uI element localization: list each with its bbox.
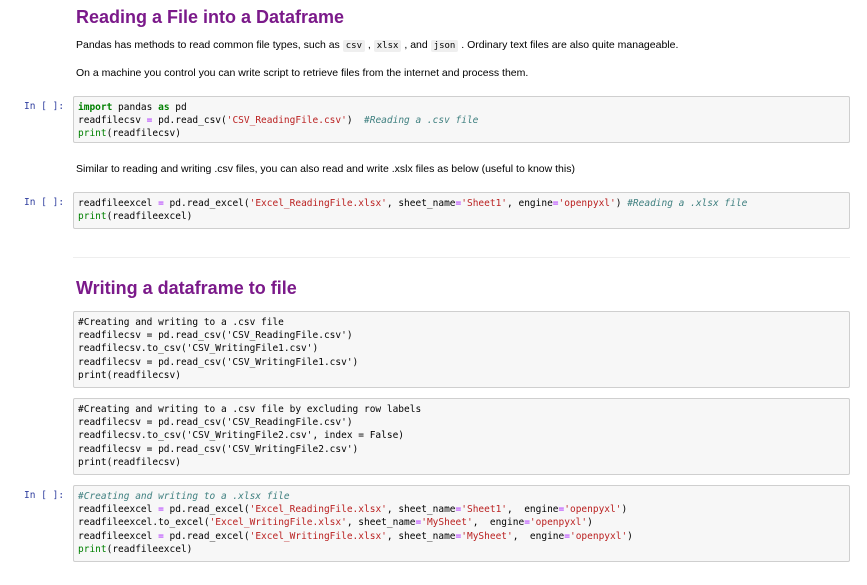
code-token: 'CSV_ReadingFile.csv'	[226, 115, 347, 127]
code-token: readfileexcel	[78, 198, 159, 209]
code-token: , engine	[507, 198, 553, 209]
code-token: #Reading a .xlsx file	[627, 198, 748, 209]
code-line: readfilecsv = pd.read_csv('CSV_ReadingFi…	[78, 114, 845, 127]
input-prompt: In [ ]:	[24, 197, 65, 208]
code-token: 'openpyxl'	[529, 517, 588, 529]
code-token: )	[627, 530, 633, 542]
inline-code-json: json	[430, 40, 459, 52]
input-prompt: In [ ]:	[24, 490, 65, 501]
code-token: 'Excel_ReadingFile.xlsx'	[249, 198, 387, 209]
code-token: pd	[169, 102, 187, 113]
code-token: readfilecsv = pd.read_csv('CSV_WritingFi…	[78, 356, 359, 368]
code-token: print	[78, 211, 107, 223]
code-token: 'MySheet'	[461, 530, 513, 542]
code-line: print(readfilecsv)	[78, 369, 845, 382]
code-token: (readfilecsv)	[106, 128, 181, 140]
code-cell-write-csv-1[interactable]: #Creating and writing to a .csv file read…	[73, 311, 850, 388]
code-line: readfileexcel = pd.read_excel('Excel_Wri…	[78, 530, 845, 543]
code-token: readfileexcel	[78, 504, 159, 516]
section-heading-reading: Reading a File into a Dataframe	[76, 7, 345, 27]
code-token: 'Excel_WritingFile.xlsx'	[249, 530, 387, 542]
code-token: , engine	[512, 530, 565, 542]
code-token: 'Excel_WritingFile.xlsx'	[209, 517, 347, 529]
para-text-before: Pandas has methods to read common file t…	[76, 39, 343, 51]
para-text-mid2: , and	[401, 39, 431, 51]
code-cell-write-csv-2[interactable]: #Creating and writing to a .csv file by …	[73, 398, 850, 475]
markdown-paragraph-machine: On a machine you control you can write s…	[76, 67, 529, 79]
code-token: , engine	[507, 504, 559, 516]
code-line: readfileexcel = pd.read_excel('Excel_Rea…	[78, 503, 845, 516]
code-line: readfileexcel = pd.read_excel('Excel_Rea…	[78, 197, 845, 210]
code-token: , engine	[472, 517, 525, 529]
code-token: )	[346, 115, 365, 127]
markdown-paragraph-xlsx: Similar to reading and writing .csv file…	[76, 163, 575, 175]
code-line: readfilecsv.to_csv('CSV_WritingFile2.csv…	[78, 429, 845, 442]
code-token: 'Sheet1'	[461, 198, 508, 209]
code-line: print(readfileexcel)	[78, 210, 845, 223]
code-token: , sheet_name	[386, 198, 456, 209]
code-token: print(readfilecsv)	[78, 456, 181, 468]
code-token: readfileexcel.to_excel(	[78, 517, 210, 529]
input-prompt: In [ ]:	[24, 101, 65, 112]
code-line: #Creating and writing to a .xlsx file	[78, 490, 845, 503]
code-line: readfileexcel.to_excel('Excel_WritingFil…	[78, 516, 845, 529]
section-divider	[73, 257, 850, 258]
code-token: 'MySheet'	[421, 517, 473, 529]
code-token: pd.read_excel(	[163, 198, 250, 209]
code-line: print(readfileexcel)	[78, 543, 845, 556]
code-token: )	[587, 517, 593, 529]
code-token: pandas	[112, 102, 159, 113]
code-token: 'Excel_ReadingFile.xlsx'	[249, 504, 387, 516]
code-token: print(readfilecsv)	[78, 369, 181, 381]
code-token: #Creating and writing to a .csv file by …	[78, 404, 422, 415]
code-token: 'openpyxl'	[564, 504, 622, 516]
code-line: print(readfilecsv)	[78, 456, 845, 469]
code-token: , sheet_name	[346, 517, 416, 529]
code-token: print	[78, 128, 107, 140]
code-line: readfilecsv.to_csv('CSV_WritingFile1.csv…	[78, 342, 845, 355]
code-token: (readfileexcel)	[106, 211, 193, 223]
inline-code-xlsx: xlsx	[373, 40, 402, 52]
code-token: readfilecsv.to_csv('CSV_WritingFile1.csv…	[78, 343, 319, 355]
code-token: readfilecsv = pd.read_csv('CSV_ReadingFi…	[78, 330, 353, 342]
code-token: 'openpyxl'	[558, 198, 616, 209]
code-token: , sheet_name	[386, 530, 456, 542]
code-token: print	[78, 543, 107, 555]
code-line: #Creating and writing to a .csv file by …	[78, 403, 845, 416]
section-heading-writing: Writing a dataframe to file	[76, 278, 297, 298]
code-token: readfilecsv = pd.read_csv('CSV_ReadingFi…	[78, 417, 353, 429]
code-cell-read-csv[interactable]: import pandas as pd readfilecsv = pd.read…	[73, 96, 850, 143]
code-token: 'openpyxl'	[569, 530, 628, 542]
code-token: #Creating and writing to a .csv file	[78, 317, 284, 328]
para-text-mid1: ,	[365, 39, 374, 51]
code-token: import	[78, 102, 113, 113]
code-line: readfilecsv = pd.read_csv('CSV_WritingFi…	[78, 443, 845, 456]
code-line: readfilecsv = pd.read_csv('CSV_WritingFi…	[78, 356, 845, 369]
code-token: (readfileexcel)	[106, 543, 193, 555]
code-token: readfilecsv.to_csv('CSV_WritingFile2.csv…	[78, 430, 405, 442]
code-cell-read-excel[interactable]: readfileexcel = pd.read_excel('Excel_Rea…	[73, 192, 850, 229]
para-text-after: . Ordinary text files are also quite man…	[458, 39, 679, 51]
code-token: #Creating and writing to a .xlsx file	[78, 491, 290, 502]
code-token: , sheet_name	[386, 504, 456, 516]
code-line: print(readfilecsv)	[78, 127, 845, 140]
code-token: as	[158, 102, 170, 113]
code-line: readfilecsv = pd.read_csv('CSV_ReadingFi…	[78, 329, 845, 342]
code-token: readfilecsv	[78, 115, 147, 127]
code-line: #Creating and writing to a .csv file	[78, 316, 845, 329]
code-line: import pandas as pd	[78, 101, 845, 114]
markdown-paragraph-file-types: Pandas has methods to read common file t…	[76, 39, 679, 52]
code-token: pd.read_excel(	[163, 504, 250, 516]
code-token: )	[615, 198, 628, 209]
code-token: 'Sheet1'	[461, 504, 508, 516]
code-token: readfileexcel	[78, 530, 159, 542]
code-line: readfilecsv = pd.read_csv('CSV_ReadingFi…	[78, 416, 845, 429]
code-cell-write-excel[interactable]: #Creating and writing to a .xlsx file rea…	[73, 485, 850, 562]
code-token: readfilecsv = pd.read_csv('CSV_WritingFi…	[78, 443, 359, 455]
code-token: pd.read_csv(	[152, 115, 227, 127]
code-token: #Reading a .csv file	[364, 115, 479, 127]
code-token: pd.read_excel(	[163, 530, 250, 542]
code-token: )	[621, 504, 628, 516]
inline-code-csv: csv	[342, 40, 365, 52]
